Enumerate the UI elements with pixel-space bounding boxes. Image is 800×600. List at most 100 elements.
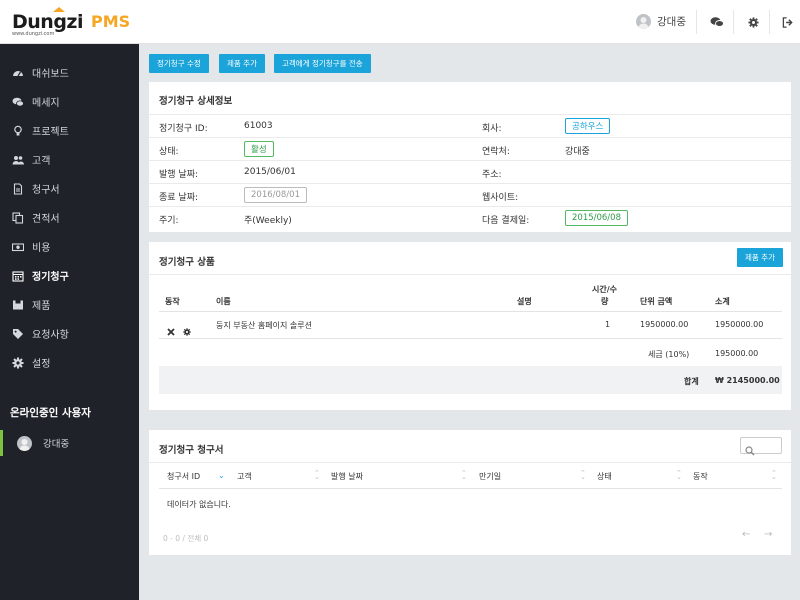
total-label: 합계 [684,377,699,386]
main-content: 정기청구 수정 제품 추가 고객에게 정기청구를 전송 정기청구 상세정보 정기… [139,44,800,600]
id-value: 61003 [244,121,273,131]
delete-icon[interactable] [167,321,175,340]
search-input[interactable] [740,437,782,456]
sort-icon[interactable]: ⌃ ⌄ [771,470,777,481]
divider [769,10,770,34]
column-header-client[interactable]: 고객 [237,471,252,482]
products-title: 정기청구 상품 [159,257,215,268]
company-link[interactable]: 공하우스 [565,118,611,134]
sidebar-item-settings[interactable]: 설정 [0,348,139,377]
sidebar-item-estimates[interactable]: 견적서 [0,203,139,232]
product-qty: 1 [605,320,611,329]
column-header-invoice-id[interactable]: 청구서 ID [167,471,200,482]
product-name: PMS [91,12,131,31]
tax-row: 세금 (10%) 195000.00 [159,340,782,366]
send-to-client-button[interactable]: 고객에게 정기청구를 전송 [274,54,371,73]
product-icon [12,299,24,311]
issue-date-value: 2015/06/01 [244,167,296,177]
contact-value: 강대중 [565,147,590,157]
end-date-label: 종료 날짜: [159,193,199,203]
sidebar-item-label: 청구서 [32,185,60,196]
chat-icon[interactable] [709,14,725,30]
user-name: 강대중 [657,16,686,28]
sort-icon[interactable]: ⌃ ⌄ [676,470,682,481]
sidebar-item-label: 요청사항 [32,330,69,341]
sidebar-item-projects[interactable]: 프로젝트 [0,116,139,145]
sidebar-item-invoices[interactable]: 청구서 [0,174,139,203]
logo-url: www.dungzi.com [12,31,55,37]
sort-icon[interactable]: ⌃ ⌄ [580,470,586,481]
sidebar-item-dashboard[interactable]: 대쉬보드 [0,58,139,87]
id-label: 정기청구 ID: [159,124,208,134]
detail-row: 주기: 주(Weekly) 다음 결제일: 2015/06/08 [149,206,791,229]
online-users-title: 온라인중인 사용자 [10,407,91,419]
detail-row: 정기청구 ID: 61003 회사: 공하우스 [149,114,791,137]
column-header-issue-date[interactable]: 발행 날짜 [331,471,363,482]
next-payment-badge: 2015/06/08 [565,210,628,226]
column-header-qty: 시간/수 [592,285,618,294]
column-header-subtotal: 소계 [715,297,730,306]
detail-row: 상태: 활성 연락처: 강대중 [149,137,791,160]
column-header-action[interactable]: 동작 [693,471,708,482]
sign-out-icon[interactable] [779,14,795,30]
details-title: 정기청구 상세정보 [159,96,233,107]
invoices-title: 정기청구 청구서 [159,445,224,456]
calendar-icon [12,270,24,282]
column-header-desc: 설명 [517,297,532,306]
cycle-value: 주(Weekly) [244,216,292,226]
invoices-panel: 정기청구 청구서 청구서 ID ⌄ 고객 ⌃ ⌄ 발행 날짜 ⌃ ⌄ 만기일 ⌃ ⌄ … [149,430,791,555]
product-name: 둥지 부동산 홈페이지 솔루션 [216,321,312,330]
add-product-button[interactable]: 제품 추가 [219,54,265,73]
products-panel: 정기청구 상품 제품 추가 동작 이름 설명 시간/수 량 단위 금액 소계 둥… [149,242,791,410]
sidebar-item-recurring[interactable]: 정기청구 [0,261,139,290]
divider [696,10,697,34]
user-menu[interactable]: 강대중 [636,14,686,29]
column-header-qty-2: 량 [601,297,609,306]
sidebar-item-label: 제품 [32,301,51,312]
add-product-button[interactable]: 제품 추가 [737,248,783,267]
sidebar-item-requests[interactable]: 요청사항 [0,319,139,348]
online-user-name: 강대중 [43,439,70,450]
sidebar-item-messages[interactable]: 메세지 [0,87,139,116]
detail-row: 종료 날짜: 2016/08/01 웹사이트: [149,183,791,206]
gear-icon[interactable] [745,14,761,30]
product-subtotal: 1950000.00 [715,320,764,329]
sidebar-item-clients[interactable]: 고객 [0,145,139,174]
edit-recurring-button[interactable]: 정기청구 수정 [149,54,209,73]
tax-label: 세금 (10%) [648,350,690,359]
gear-icon [12,357,24,369]
total-row: 합계 ₩ 2145000.00 [159,366,782,394]
sidebar-item-label: 메세지 [32,98,60,109]
dashboard-icon [12,67,24,79]
status-badge: 활성 [244,141,274,157]
sidebar-item-label: 정기청구 [32,272,69,283]
file-icon [12,182,24,195]
sidebar-item-products[interactable]: 제품 [0,290,139,319]
sort-icon[interactable]: ⌃ ⌄ [314,470,320,481]
table-header-row: 청구서 ID ⌄ 고객 ⌃ ⌄ 발행 날짜 ⌃ ⌄ 만기일 ⌃ ⌄ 상태 ⌃ ⌄ 동작 … [159,463,782,489]
logo[interactable]: Dungzi PMS www.dungzi.com [0,0,139,44]
address-label: 주소: [482,170,502,180]
prev-page-icon[interactable]: ← [742,529,750,540]
online-user-item[interactable]: 강대중 [0,430,139,456]
avatar [17,435,32,451]
sort-icon[interactable]: ⌃ ⌄ [461,470,467,481]
sort-desc-icon[interactable]: ⌄ [218,471,225,480]
sidebar-nav: 대쉬보드 메세지 프로젝트 고객 청구서 견적서 비용 정기청구 제품 요청사항… [0,58,139,377]
status-label: 상태: [159,147,179,157]
column-header-status[interactable]: 상태 [597,471,612,482]
sidebar: Dungzi PMS www.dungzi.com 대쉬보드 메세지 프로젝트 … [0,0,139,600]
next-page-icon[interactable]: → [764,529,772,540]
gear-icon[interactable] [183,321,191,340]
sidebar-item-expenses[interactable]: 비용 [0,232,139,261]
column-header-action: 동작 [165,297,180,306]
total-value: ₩ 2145000.00 [715,376,780,385]
sidebar-item-label: 견적서 [32,214,60,225]
tag-icon [12,328,24,340]
details-panel: 정기청구 상세정보 정기청구 ID: 61003 회사: 공하우스 상태: 활성… [149,82,791,232]
column-header-due-date[interactable]: 만기일 [479,471,501,482]
sidebar-item-label: 대쉬보드 [32,69,69,80]
column-header-unit: 단위 금액 [640,297,673,306]
logo-text: Dungzi [12,6,84,33]
avatar [636,14,652,29]
